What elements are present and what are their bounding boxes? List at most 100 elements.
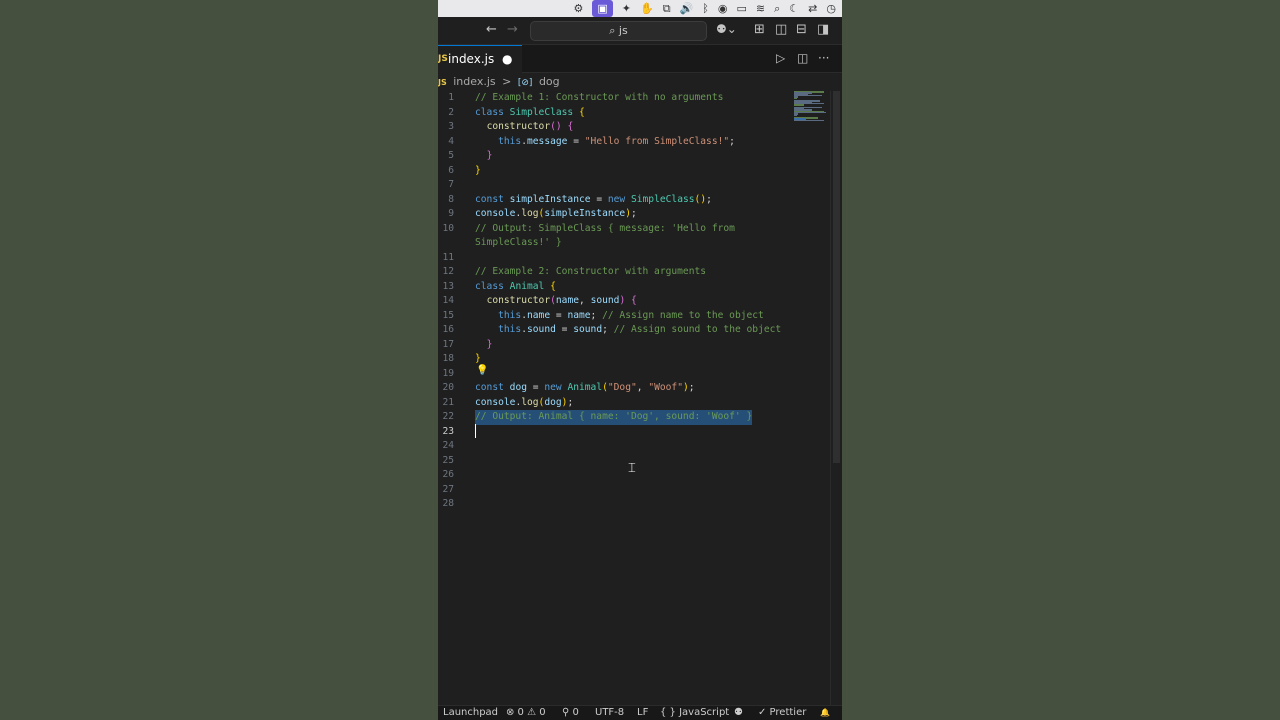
menubar-icon-screen[interactable]: ▣: [592, 0, 613, 17]
line-number: 20: [442, 382, 454, 393]
line-number: 27: [442, 483, 454, 495]
code-line[interactable]: 2 class SimpleClass {: [438, 106, 830, 121]
line-code: const simpleInstance = new SimpleClass()…: [475, 193, 712, 205]
code-line[interactable]: 22 // Output: Animal { name: 'Dog', sound…: [438, 410, 830, 425]
line-number: 8: [448, 193, 454, 205]
menubar-icon-sparkle[interactable]: ✦: [622, 0, 631, 17]
code-line[interactable]: 17 }: [438, 338, 830, 353]
status-launchpad[interactable]: Launchpad: [443, 706, 498, 720]
line-code: // Example 2: Constructor with arguments: [475, 266, 707, 277]
line-number: 13: [442, 280, 454, 292]
code-line[interactable]: 18}: [438, 352, 830, 367]
status-prettier[interactable]: ✓ Prettier: [758, 706, 806, 720]
macos-menubar: ⚙ ▣ ✦ ✋ ⧉ 🔊 ᛒ ◉ ▭ ≋ ⌕ ☾ ⇄ ◷: [438, 0, 842, 17]
split-editor-icon[interactable]: ◫: [797, 51, 808, 65]
code-line[interactable]: 3 constructor() {: [438, 120, 830, 135]
code-line[interactable]: 13 class Animal {: [438, 280, 830, 295]
spotlight-icon[interactable]: ⌕: [774, 0, 780, 17]
line-code: this.sound = sound; // Assign sound to t…: [498, 324, 782, 335]
forward-arrow-icon[interactable]: →: [507, 22, 518, 37]
code-line[interactable]: 28: [438, 497, 830, 512]
status-ports[interactable]: ⚲ 0: [562, 706, 579, 720]
code-line[interactable]: 9 console.log(simpleInstance);: [438, 207, 830, 222]
wifi-icon[interactable]: ≋: [756, 0, 765, 17]
notifications-bell-icon[interactable]: 🔔: [820, 706, 830, 720]
clock-icon[interactable]: ◷: [826, 0, 836, 17]
command-center-search[interactable]: ⌕ js: [530, 21, 707, 41]
run-icon[interactable]: ▷: [776, 51, 785, 65]
line-code: class Animal {: [475, 280, 556, 292]
line-number: 18: [442, 353, 454, 364]
more-actions-icon[interactable]: ···: [818, 51, 829, 65]
code-line[interactable]: 7: [438, 178, 830, 193]
tab-index-js[interactable]: JS index.js ●: [438, 45, 522, 73]
status-eol[interactable]: LF: [637, 706, 648, 720]
code-line[interactable]: 20 const dog = new Animal("Dog", "Woof");: [438, 381, 830, 396]
code-line[interactable]: 4 this.message = "Hello from SimpleClass…: [438, 135, 830, 150]
javascript-file-icon: JS: [438, 54, 448, 64]
menubar-icon-settings[interactable]: ⚙: [574, 0, 584, 17]
code-editor[interactable]: 1 // Example 1: Constructor with no argum…: [438, 91, 842, 705]
minimap-line: [794, 111, 826, 114]
line-number: 16: [442, 324, 454, 335]
line-code: class SimpleClass {: [475, 106, 585, 118]
line-number: 12: [442, 266, 454, 277]
status-encoding[interactable]: UTF-8: [595, 706, 624, 720]
user-icon[interactable]: ◉: [718, 0, 728, 17]
status-problems[interactable]: ⊗ 0 ⚠ 0: [506, 706, 546, 720]
volume-icon[interactable]: 🔊: [680, 0, 694, 17]
copilot-icon[interactable]: ⚉⌄: [716, 22, 737, 36]
code-line[interactable]: 12 // Example 2: Constructor with argumen…: [438, 265, 830, 280]
menubar-icon-window[interactable]: ⧉: [663, 0, 671, 17]
line-number: 2: [448, 106, 454, 118]
lightbulb-icon[interactable]: 💡: [476, 365, 488, 376]
status-language[interactable]: { } JavaScript: [660, 706, 729, 720]
toggle-secondary-sidebar-icon[interactable]: ◨: [817, 22, 829, 37]
line-number: 10: [442, 222, 454, 234]
code-line[interactable]: 10 // Output: SimpleClass { message: 'Hel…: [438, 222, 830, 237]
customize-layout-icon[interactable]: ⊞: [754, 22, 765, 37]
line-number: 9: [448, 208, 454, 219]
line-number: 5: [448, 150, 454, 161]
code-line[interactable]: 21 console.log(dog);: [438, 396, 830, 411]
line-code: }: [486, 338, 493, 350]
minimap[interactable]: [792, 91, 830, 122]
code-line[interactable]: 23: [438, 425, 830, 440]
code-line[interactable]: 14 constructor(name, sound) {: [438, 294, 830, 309]
status-bar: Launchpad ⊗ 0 ⚠ 0 ⚲ 0 UTF-8 LF { } JavaS…: [438, 705, 842, 720]
scrollbar-thumb[interactable]: [833, 91, 840, 463]
copilot-status-icon[interactable]: ⚉: [734, 706, 743, 720]
menubar-icon-hand[interactable]: ✋: [640, 0, 654, 17]
line-code: const dog = new Animal("Dog", "Woof");: [475, 382, 695, 393]
breadcrumb-symbol[interactable]: dog: [539, 75, 560, 88]
code-line[interactable]: 8 const simpleInstance = new SimpleClass(…: [438, 193, 830, 208]
code-line[interactable]: 6}: [438, 164, 830, 179]
control-center-icon[interactable]: ⇄: [808, 0, 817, 17]
breadcrumb-file[interactable]: index.js: [453, 75, 495, 88]
code-line[interactable]: 5 }: [438, 149, 830, 164]
line-number: 11: [442, 251, 454, 263]
code-line[interactable]: SimpleClass!' }: [438, 236, 830, 251]
battery-icon[interactable]: ▭: [737, 0, 747, 17]
toggle-panel-icon[interactable]: ⊟: [796, 22, 807, 37]
text-cursor: [475, 424, 476, 438]
line-code: this.message = "Hello from SimpleClass!"…: [498, 135, 735, 147]
code-line[interactable]: 11: [438, 251, 830, 266]
code-line[interactable]: 19: [438, 367, 830, 382]
code-line[interactable]: 24: [438, 439, 830, 454]
toggle-sidebar-icon[interactable]: ◫: [775, 22, 787, 37]
line-code: console.log(simpleInstance);: [475, 208, 637, 219]
code-line[interactable]: 1 // Example 1: Constructor with no argum…: [438, 91, 830, 106]
code-line[interactable]: 16 this.sound = sound; // Assign sound t…: [438, 323, 830, 338]
title-bar: ← → ⌕ js ⚉⌄ ⊞ ◫ ⊟ ◨: [438, 17, 842, 45]
bluetooth-icon[interactable]: ᛒ: [702, 0, 709, 17]
line-code: }: [486, 150, 493, 161]
code-line[interactable]: 27: [438, 483, 830, 498]
focus-icon[interactable]: ☾: [789, 0, 799, 17]
back-arrow-icon[interactable]: ←: [486, 22, 497, 37]
unsaved-dot-icon[interactable]: ●: [502, 52, 512, 66]
line-code: // Example 1: Constructor with no argume…: [475, 92, 724, 103]
vscode-window: ⚙ ▣ ✦ ✋ ⧉ 🔊 ᛒ ◉ ▭ ≋ ⌕ ☾ ⇄ ◷ ← → ⌕ js ⚉⌄ …: [438, 0, 842, 720]
code-line[interactable]: 15 this.name = name; // Assign name to t…: [438, 309, 830, 324]
minimap-line: [794, 97, 797, 99]
